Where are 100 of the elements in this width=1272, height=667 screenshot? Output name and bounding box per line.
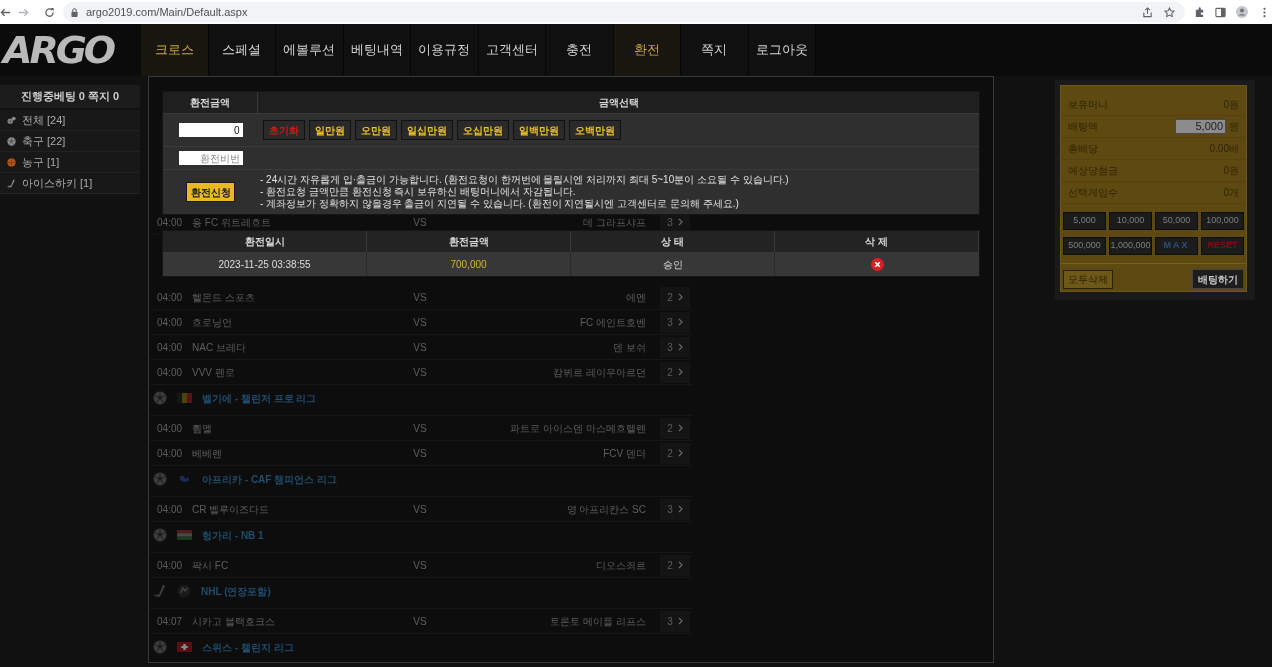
away-team[interactable]: 에멘	[626, 289, 646, 305]
more-bets-button[interactable]: 3	[660, 498, 690, 520]
amount-button[interactable]: 오백만원	[569, 120, 621, 140]
quick-amount-button[interactable]: MAX	[1155, 237, 1198, 255]
sidebar-item[interactable]: 축구 [22]	[0, 131, 140, 152]
quick-amount-button[interactable]: 100,000	[1201, 212, 1244, 230]
clear-all-button[interactable]: 모두삭제	[1063, 269, 1113, 289]
quick-amount-button[interactable]: 50,000	[1155, 212, 1198, 230]
match-time: 04:00	[157, 316, 183, 328]
nav-link[interactable]: 쪽지	[681, 24, 749, 76]
exchange-request-button[interactable]: 환전신청	[186, 182, 235, 202]
sidebar-icon[interactable]	[1215, 6, 1226, 18]
emblem-icon	[177, 474, 192, 484]
more-bets-button[interactable]: 2	[660, 417, 690, 439]
amount-button[interactable]: 오십만원	[457, 120, 509, 140]
vs-label: VS	[413, 365, 427, 380]
password-input[interactable]: 환전비번	[178, 151, 243, 165]
chevron-right-icon	[677, 449, 683, 457]
more-bets-button[interactable]: 2	[660, 361, 690, 383]
away-team[interactable]: 캄뷔르 레이우아르던	[553, 364, 646, 380]
more-bets-button[interactable]: 2	[660, 554, 690, 576]
home-team[interactable]: 흐로닝언	[192, 316, 232, 328]
more-menu-icon[interactable]	[1263, 6, 1266, 18]
home-team[interactable]: 베베렌	[192, 447, 222, 459]
vs-label: VS	[413, 446, 427, 461]
nav-link[interactable]: 충전	[546, 24, 614, 76]
delete-icon[interactable]	[870, 257, 884, 271]
table-cell-text: 700,000	[450, 257, 487, 272]
share-icon[interactable]	[1142, 6, 1153, 18]
nav-link[interactable]: 고객센터	[478, 24, 546, 76]
more-bets-button[interactable]: 3	[660, 336, 690, 358]
home-team[interactable]: 시카고 블랙호크스	[192, 615, 275, 627]
address-bar[interactable]: argo2019.com/Main/Default.aspx	[63, 2, 1185, 22]
table-cell-text: 승인	[662, 257, 683, 272]
soccer-ball-icon	[153, 472, 167, 486]
more-bets-button[interactable]: 3	[660, 610, 690, 632]
match-time: 04:00	[157, 559, 183, 571]
sidebar-item[interactable]: 농구 [1]	[0, 152, 140, 173]
nav-link[interactable]: 스페셜	[208, 24, 276, 76]
away-team[interactable]: 덴 보쉬	[613, 339, 646, 355]
away-team[interactable]: 영 아프리칸스 SC	[566, 501, 646, 517]
away-team[interactable]: 파트로 아이스덴 마스메흐렐렌	[510, 420, 646, 436]
more-bets-button[interactable]: 2	[660, 442, 690, 464]
bet-amount-input[interactable]: 5,000	[1175, 119, 1226, 134]
amount-button[interactable]: 일백만원	[513, 120, 565, 140]
quick-amount-button[interactable]: 10,000	[1109, 212, 1152, 230]
home-team[interactable]: VVV 펜로	[192, 366, 235, 378]
quick-amount-button[interactable]: 1,000,000	[1109, 237, 1152, 255]
more-bets-button[interactable]: 3	[660, 311, 690, 333]
more-bets-button[interactable]: 2	[660, 286, 690, 308]
sidebar-item[interactable]: 아이스하키 [1]	[0, 173, 140, 194]
quick-amount-button[interactable]: RESET	[1201, 237, 1244, 255]
amount-button[interactable]: 일십만원	[401, 120, 453, 140]
vs-label: VS	[413, 614, 427, 629]
swiss-flag-icon	[177, 642, 192, 652]
chevron-right-icon	[677, 318, 683, 326]
nav-link[interactable]: 이용규정	[411, 24, 479, 76]
match-time: 04:00	[157, 291, 183, 303]
amount-button[interactable]: 일만원	[309, 120, 351, 140]
home-team[interactable]: 헬몬드 스포츠	[192, 291, 255, 303]
chevron-right-icon	[677, 424, 683, 432]
profile-avatar-icon[interactable]	[1236, 6, 1248, 18]
home-team[interactable]: NAC 브레다	[192, 341, 246, 353]
home-team[interactable]: CR 벨루이즈다드	[192, 503, 270, 515]
puzzle-icon[interactable]	[1194, 6, 1205, 18]
quick-amount-button[interactable]: 5,000	[1063, 212, 1106, 230]
home-team[interactable]: 팍시 FC	[192, 559, 229, 571]
away-team[interactable]: 데 그라프샤프	[583, 214, 646, 230]
basketball-icon	[7, 157, 16, 167]
nav-link[interactable]: 로그아웃	[748, 24, 816, 76]
star-icon[interactable]	[1164, 6, 1175, 18]
column-header: 환전금액	[190, 96, 230, 110]
chevron-right-icon	[677, 293, 683, 301]
match-time: 04:00	[157, 216, 183, 228]
match-time: 04:07	[157, 615, 183, 627]
reload-icon[interactable]	[44, 6, 55, 18]
away-team[interactable]: FC 에인트호벤	[579, 314, 646, 330]
vs-label: VS	[413, 502, 427, 517]
home-team[interactable]: 용 FC 위트레흐트	[192, 216, 271, 228]
amount-button[interactable]: 초기화	[263, 120, 305, 140]
nav-link[interactable]: 환전	[613, 24, 681, 76]
home-team[interactable]: 륌멜	[192, 422, 212, 434]
away-team[interactable]: FCV 덴더	[603, 445, 646, 461]
quick-amount-button[interactable]: 500,000	[1063, 237, 1106, 255]
amount-button[interactable]: 오만원	[355, 120, 397, 140]
match-time: 04:00	[157, 341, 183, 353]
vs-label: VS	[413, 421, 427, 436]
away-team[interactable]: 디오스죄르	[596, 557, 646, 573]
lock-icon	[71, 7, 78, 17]
nav-link[interactable]: 베팅내역	[343, 24, 411, 76]
sports-balls-icon	[7, 115, 16, 125]
place-bet-button[interactable]: 배팅하기	[1192, 269, 1244, 289]
sidebar-item[interactable]: 전체 [24]	[0, 110, 140, 131]
soccer-ball-icon	[153, 391, 167, 405]
nav-link[interactable]: 크로스	[141, 24, 209, 76]
nav-link[interactable]: 에볼루션	[276, 24, 344, 76]
amount-input[interactable]: 0	[178, 123, 243, 137]
back-icon[interactable]	[0, 6, 11, 18]
away-team[interactable]: 토론토 메이플 리프스	[550, 613, 646, 629]
notice-text: - 계좌정보가 정확하지 않을경우 출금이 지연될 수 있습니다. (환전이 지연될시엔 고객센터로 문의해 주세요.)	[260, 198, 740, 210]
